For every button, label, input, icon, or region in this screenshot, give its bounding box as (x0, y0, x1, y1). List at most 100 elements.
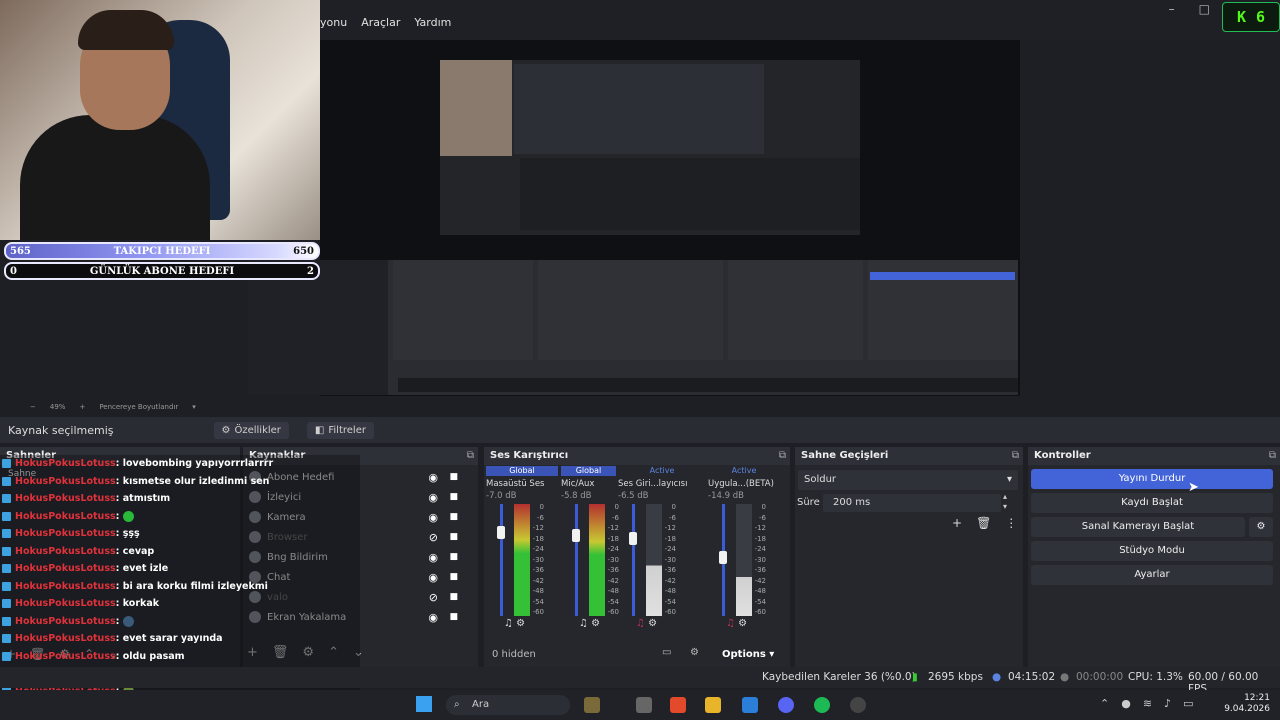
maximize-icon[interactable]: □ (1199, 2, 1210, 16)
bitrate: 2695 kbps (928, 671, 983, 683)
chevron-up-icon[interactable]: ⌃ (1100, 697, 1109, 710)
volume-knob[interactable] (572, 528, 580, 542)
eye-hidden-icon[interactable]: ⊘ (429, 591, 438, 604)
lock-icon[interactable]: ■ (449, 472, 458, 482)
virtual-camera-settings-icon[interactable]: ⚙ (1249, 517, 1273, 537)
transitions-dock-header: Sahne Geçişleri ⧉ (795, 447, 1023, 465)
duration-stepper[interactable]: ▴ ▾ (1003, 492, 1007, 512)
channel-name[interactable]: Mic/Aux (561, 479, 616, 489)
undock-icon[interactable]: ⧉ (1012, 447, 1019, 465)
eye-icon[interactable]: ◉ (428, 471, 438, 484)
preview-margin (1020, 40, 1280, 396)
scale-tick: -42 (664, 576, 676, 585)
volume-fader[interactable] (500, 504, 503, 616)
channel-tag: Global (486, 466, 558, 476)
start-virtual-camera-button[interactable]: Sanal Kamerayı Başlat (1031, 517, 1245, 537)
mail-icon[interactable] (742, 697, 758, 713)
eye-hidden-icon[interactable]: ⊘ (429, 531, 438, 544)
lock-icon[interactable]: ■ (449, 592, 458, 602)
add-transition-icon[interactable]: + (952, 516, 962, 530)
undock-icon[interactable]: ⧉ (1269, 447, 1276, 465)
battery-icon[interactable]: ▭ (1183, 697, 1193, 710)
zoom-out-icon[interactable]: − (30, 403, 36, 411)
taskbar-search[interactable]: ⌕ Ara (446, 695, 570, 715)
gear-icon[interactable]: ⚙ (738, 618, 747, 629)
gear-icon[interactable]: ⚙ (591, 618, 600, 629)
eye-icon[interactable]: ◉ (428, 571, 438, 584)
microphone-icon[interactable]: ● (1121, 697, 1131, 710)
gear-icon[interactable]: ⚙ (516, 618, 525, 629)
settings-button[interactable]: Ayarlar (1031, 565, 1273, 585)
cpu-usage: CPU: 1.3% (1128, 671, 1183, 683)
resize-to-window-button[interactable]: Pencereye Boyutlandır (99, 403, 178, 411)
kick-logo-icon: K (1236, 8, 1246, 26)
game-app-icon[interactable] (584, 697, 600, 713)
channel-name[interactable]: Ses Giri...layıcısı (618, 479, 706, 489)
channel-name[interactable]: Masaüstü Ses (486, 479, 558, 489)
menu-item-view[interactable]: yonu (320, 16, 347, 32)
lock-icon[interactable]: ■ (449, 532, 458, 542)
stop-stream-button[interactable]: Yayını Durdur (1031, 469, 1273, 489)
filters-button[interactable]: ◧ Filtreler (306, 421, 374, 439)
lock-icon[interactable]: ■ (449, 492, 458, 502)
channel-name[interactable]: Uygula...(BETA) (708, 479, 780, 489)
obs-icon[interactable] (850, 697, 866, 713)
eye-icon[interactable]: ◉ (428, 511, 438, 524)
lock-icon[interactable]: ■ (449, 552, 458, 562)
lock-icon[interactable]: ■ (449, 512, 458, 522)
volume-knob[interactable] (719, 551, 727, 565)
speaker-icon[interactable]: ♫ (579, 618, 588, 629)
lock-icon[interactable]: ■ (449, 612, 458, 622)
volume-knob[interactable] (497, 526, 505, 540)
chat-text: : evet izle (115, 563, 169, 574)
audio-channel: Global Masaüstü Ses -7.0 dB 0 -6 -12 -18 -24 -30… (486, 466, 558, 646)
lock-icon[interactable]: ■ (449, 572, 458, 582)
wifi-icon[interactable]: ≋ (1143, 697, 1152, 710)
file-explorer-icon[interactable] (705, 697, 721, 713)
speaker-icon[interactable]: ♫ (504, 618, 513, 629)
speaker-muted-icon[interactable]: ♫ (726, 618, 735, 629)
gear-icon[interactable]: ⚙ (648, 618, 657, 629)
volume-fader[interactable] (632, 504, 635, 616)
chat-text: : korkak (115, 598, 160, 609)
undock-icon[interactable]: ⧉ (467, 447, 474, 465)
volume-icon[interactable]: ♪ (1164, 697, 1171, 710)
layout-icon[interactable]: ▭ (662, 647, 671, 658)
start-recording-button[interactable]: Kaydı Başlat (1031, 493, 1273, 513)
zoom-in-icon[interactable]: + (79, 403, 85, 411)
spotify-icon[interactable] (814, 697, 830, 713)
taskbar-clock[interactable]: 12:21 9.04.2026 (1222, 693, 1270, 715)
chat-message: HokusPokusLotuss: kısmetse olur izledinm… (2, 473, 269, 490)
eye-icon[interactable]: ◉ (428, 491, 438, 504)
eye-icon[interactable]: ◉ (428, 551, 438, 564)
eye-icon[interactable]: ◉ (428, 611, 438, 624)
brave-browser-icon[interactable] (670, 697, 686, 713)
more-icon[interactable]: ⋮ (1005, 516, 1017, 530)
duration-input[interactable]: 200 ms (823, 494, 1001, 512)
scale-tick: -60 (532, 608, 544, 616)
mixer-settings-icon[interactable]: ⚙ (690, 647, 699, 658)
chat-username: HokusPokusLotuss (15, 528, 116, 539)
studio-mode-button[interactable]: Stüdyo Modu (1031, 541, 1273, 561)
menu-item-help[interactable]: Yardım (414, 16, 451, 32)
undock-icon[interactable]: ⧉ (779, 447, 786, 465)
kick-badge-icon (2, 651, 11, 661)
options-button[interactable]: Options ▾ (722, 649, 774, 660)
task-view-icon[interactable] (636, 697, 652, 713)
speaker-muted-icon[interactable]: ♫ (636, 618, 645, 629)
transition-select[interactable]: Soldur ▾ (798, 470, 1018, 490)
menu-item-tools[interactable]: Araçlar (361, 16, 400, 32)
discord-icon[interactable] (778, 697, 794, 713)
channel-controls: ♫ ⚙ (504, 618, 525, 629)
windows-start-icon[interactable] (416, 696, 432, 712)
remove-transition-icon[interactable]: 🗑 (976, 516, 991, 530)
chat-message: HokusPokusLotuss: lovebombing yapıyorrrl… (2, 455, 273, 472)
channel-controls: ♫ ⚙ (636, 618, 657, 629)
minimize-icon[interactable]: – (1169, 2, 1175, 16)
volume-knob[interactable] (629, 532, 637, 545)
volume-fader[interactable] (575, 504, 578, 616)
chevron-down-icon[interactable]: ▾ (192, 403, 196, 411)
properties-button[interactable]: ⚙ Özellikler (213, 421, 289, 439)
audio-mixer-footer: 0 hidden ▭ ⚙ Options ▾ (484, 647, 790, 665)
chat-username: HokusPokusLotuss (15, 650, 116, 662)
